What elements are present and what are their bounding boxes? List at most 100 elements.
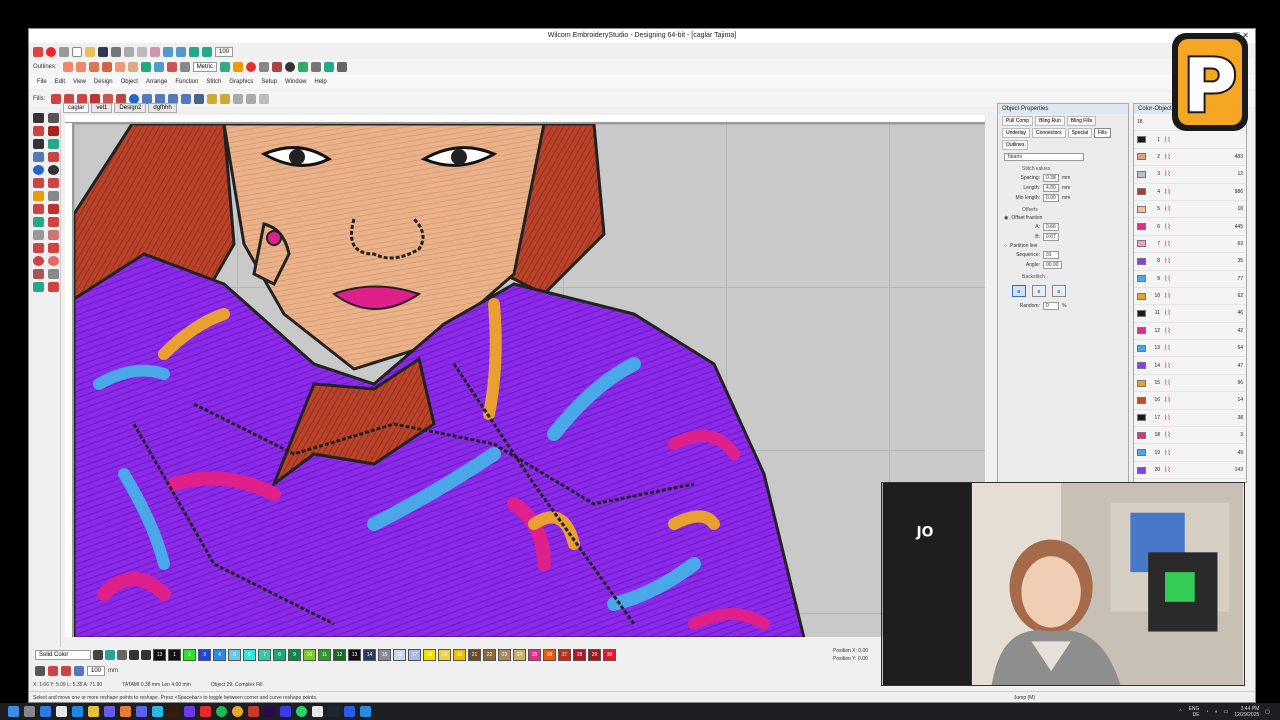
menu-window[interactable]: Window — [285, 79, 306, 85]
color-object-row[interactable]: 10 ⌇⌇ 62 — [1134, 288, 1246, 306]
partition-line-radio[interactable]: ○ — [1004, 243, 1007, 249]
print-icon[interactable] — [111, 47, 121, 57]
ellipse-icon[interactable] — [48, 165, 59, 175]
chrome-icon[interactable] — [232, 706, 243, 717]
color-object-row[interactable]: 3 ⌇⌇ 12 — [1134, 166, 1246, 184]
pen-icon[interactable] — [117, 650, 127, 660]
digitize-icon[interactable] — [33, 191, 44, 201]
menu-edit[interactable]: Edit — [55, 79, 65, 85]
doc-tab-vel1[interactable]: vel1 — [91, 103, 113, 113]
outline-tool-icon[interactable] — [127, 62, 138, 72]
save-icon[interactable] — [98, 47, 108, 57]
menu-view[interactable]: View — [73, 79, 86, 85]
app-icon[interactable] — [120, 706, 131, 717]
copy-icon[interactable] — [137, 47, 147, 57]
app-icon[interactable] — [312, 706, 323, 717]
info-icon[interactable] — [285, 62, 296, 72]
position-y-value[interactable]: 0.00 — [858, 656, 868, 662]
app-icon[interactable] — [280, 706, 291, 717]
color-object-row[interactable]: 13 ⌇⌇ 54 — [1134, 340, 1246, 358]
color-object-row[interactable]: 5 ⌇⌇ 10 — [1134, 201, 1246, 219]
outline-tool-icon[interactable] — [153, 62, 164, 72]
rotate-icon[interactable] — [194, 94, 205, 104]
outline-tool-icon[interactable] — [88, 62, 99, 72]
taskview-icon[interactable] — [24, 706, 35, 717]
wilcom-logo-icon[interactable] — [46, 47, 56, 57]
applique-icon[interactable] — [33, 204, 44, 214]
palette-swatch[interactable]: 30 — [603, 649, 616, 661]
app-icon[interactable] — [184, 706, 195, 717]
min-length-input[interactable]: 0.00 — [1043, 194, 1059, 202]
digitize-icon[interactable] — [48, 178, 59, 188]
add-color-icon[interactable] — [129, 650, 139, 660]
whatsapp-icon[interactable] — [296, 706, 307, 717]
angle-input[interactable]: 00.00 — [1043, 261, 1062, 269]
premiere-icon[interactable] — [264, 706, 275, 717]
app-icon[interactable] — [72, 706, 83, 717]
volume-icon[interactable]: ◖ — [1214, 709, 1217, 715]
spacing-input[interactable]: 0.38 — [1043, 174, 1059, 182]
digitize-icon[interactable] — [48, 191, 59, 201]
tray-chevron-icon[interactable]: ⌃ — [1178, 709, 1182, 715]
view-icon[interactable] — [48, 666, 58, 676]
doc-tab-design2[interactable]: Design2 — [114, 103, 147, 113]
start-icon[interactable] — [8, 706, 19, 717]
measure-icon[interactable] — [48, 282, 59, 292]
palette-swatch[interactable]: 23 — [498, 649, 511, 661]
knife-icon[interactable] — [33, 126, 44, 136]
menu-design[interactable]: Design — [94, 79, 113, 85]
slash-icon[interactable] — [311, 62, 322, 72]
menu-arrange[interactable]: Arrange — [146, 79, 167, 85]
color-object-row[interactable]: 8 ⌇⌇ 35 — [1134, 253, 1246, 271]
cross-stitch-icon[interactable] — [48, 243, 59, 253]
star-icon[interactable] — [233, 62, 244, 72]
palette-swatch[interactable]: 6 — [243, 649, 256, 661]
open-folder-icon[interactable] — [85, 47, 95, 57]
menu-file[interactable]: File — [37, 79, 47, 85]
palette-swatch[interactable]: 16 — [393, 649, 406, 661]
align-icon[interactable] — [259, 62, 270, 72]
palette-swatch[interactable]: 19 — [438, 649, 451, 661]
palette-swatch[interactable]: 3 — [198, 649, 211, 661]
color-object-row[interactable]: 16 ⌇⌇ 14 — [1134, 392, 1246, 410]
hoop-icon[interactable] — [298, 62, 309, 72]
illustrator-icon[interactable] — [168, 706, 179, 717]
color-object-row[interactable]: 7 ⌇⌇ 63 — [1134, 236, 1246, 254]
app-icon[interactable] — [248, 706, 259, 717]
palette-swatch[interactable]: 22 — [483, 649, 496, 661]
menu-object[interactable]: Object — [121, 79, 138, 85]
cross-stitch-icon[interactable] — [33, 243, 44, 253]
palette-swatch[interactable]: 9 — [288, 649, 301, 661]
new-file-icon[interactable] — [72, 47, 82, 57]
function-icon[interactable] — [272, 62, 283, 72]
color-object-row[interactable]: 14 ⌇⌇ 47 — [1134, 357, 1246, 375]
palette-swatch[interactable]: 25 — [528, 649, 541, 661]
shape-icon[interactable] — [33, 152, 44, 162]
monogram-icon[interactable] — [48, 139, 59, 149]
palette-swatch[interactable]: 20 — [453, 649, 466, 661]
redo-icon[interactable] — [176, 47, 186, 57]
solid-color-select[interactable]: Solid Color — [35, 650, 91, 660]
length-input[interactable]: 4.00 — [1043, 184, 1059, 192]
bling-icon[interactable] — [33, 269, 44, 279]
notifications-icon[interactable]: ▢ — [1265, 709, 1270, 715]
menu-help[interactable]: Help — [314, 79, 326, 85]
group-icon[interactable] — [220, 94, 231, 104]
palette-swatch[interactable]: 7 — [258, 649, 271, 661]
sequin-icon[interactable] — [48, 256, 59, 266]
menu-function[interactable]: Function — [175, 79, 198, 85]
palette-swatch[interactable]: 14 — [363, 649, 376, 661]
palette-swatch[interactable]: 13 — [153, 649, 166, 661]
palette-swatch[interactable]: 8 — [273, 649, 286, 661]
palette-swatch[interactable]: 11 — [318, 649, 331, 661]
transform-icon[interactable] — [181, 94, 192, 104]
palette-swatch[interactable]: 18 — [423, 649, 436, 661]
fill-tool-icon[interactable] — [51, 94, 62, 104]
tab-special[interactable]: Special — [1067, 128, 1092, 138]
palette-swatch[interactable]: 2 — [183, 649, 196, 661]
palette-swatch[interactable]: 26 — [543, 649, 556, 661]
app-icon[interactable] — [56, 706, 67, 717]
color-object-row[interactable]: 19 ⌇⌇ 49 — [1134, 444, 1246, 462]
lock-icon[interactable] — [259, 94, 270, 104]
tab-bling-run[interactable]: Bling Run — [1035, 116, 1065, 126]
